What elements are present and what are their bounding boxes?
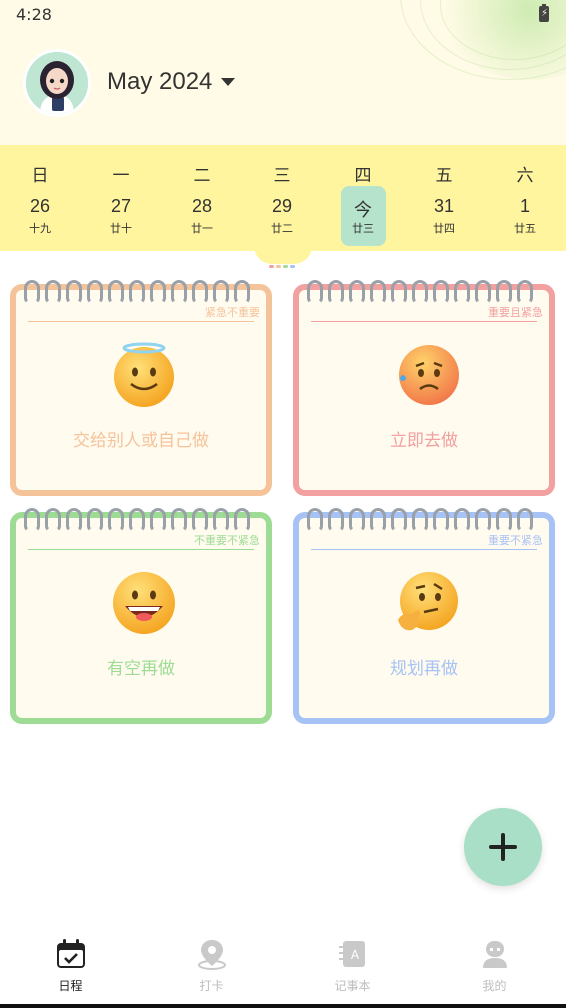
day-column[interactable]: 日 26 十九 [0, 145, 80, 251]
system-nav-bar [0, 1004, 566, 1008]
quadrant-card-do-now[interactable]: 重要且紧急 立即去做 [293, 280, 555, 496]
quadrant-card-later[interactable]: 不重要不紧急 有空再做 [10, 508, 272, 724]
day-column[interactable]: 二 28 廿一 [162, 145, 242, 251]
divider [28, 321, 254, 322]
avatar-portrait-icon [26, 52, 88, 114]
day-number: 29 [271, 196, 293, 216]
quadrant-tag: 重要且紧急 [488, 306, 543, 319]
day-column[interactable]: 三 29 廿二 [242, 145, 322, 251]
anxious-sweat-emoji [394, 342, 460, 408]
lunar-date: 廿四 [433, 222, 455, 235]
tab-profile[interactable]: 我的 [424, 928, 565, 1008]
avatar[interactable] [23, 49, 91, 117]
tab-label: 我的 [482, 979, 507, 993]
lunar-date: 廿一 [191, 222, 213, 235]
weekday-label: 一 [112, 166, 130, 186]
day-number: 26 [29, 196, 51, 216]
day-number: 28 [191, 196, 213, 216]
quadrant-caption: 立即去做 [390, 431, 458, 451]
lunar-date: 十九 [29, 222, 51, 235]
quadrant-card-delegate[interactable]: 紧急不重要 交给别人或自己做 [10, 280, 272, 496]
quadrant-tag: 紧急不重要 [205, 306, 260, 319]
weekday-label: 日 [31, 166, 49, 186]
location-pin-icon [198, 940, 226, 970]
halo-smile-emoji [111, 342, 177, 408]
spiral-binding [24, 508, 255, 534]
divider [28, 549, 254, 550]
tab-notebook[interactable]: A 记事本 [282, 928, 423, 1008]
weekday-label: 六 [516, 166, 534, 186]
svg-text:A: A [351, 948, 360, 962]
thinking-emoji [394, 570, 460, 636]
lunar-date: 廿二 [271, 222, 293, 235]
day-column-today[interactable]: 四 今 廿三 [323, 145, 403, 251]
month-selector[interactable]: May 2024 [107, 68, 212, 96]
weekday-label: 五 [435, 166, 453, 186]
day-number: 1 [519, 196, 530, 216]
divider [311, 549, 537, 550]
caret-down-icon[interactable] [221, 78, 235, 86]
quadrant-tag: 不重要不紧急 [194, 534, 260, 547]
lunar-date: 廿五 [514, 222, 536, 235]
quadrant-caption: 有空再做 [107, 659, 175, 679]
notebook-icon: A [339, 941, 365, 967]
spiral-binding [307, 280, 538, 306]
day-number: 31 [433, 196, 455, 216]
battery-icon: ⚡ [539, 4, 549, 22]
day-number: 今 [354, 200, 372, 220]
quadrant-card-plan[interactable]: 重要不紧急 规划再做 [293, 508, 555, 724]
day-column[interactable]: 五 31 廿四 [404, 145, 484, 251]
plus-icon-stroke [501, 833, 505, 861]
quadrant-caption: 规划再做 [390, 659, 458, 679]
grin-emoji [111, 570, 177, 636]
profile-icon [483, 941, 507, 968]
calendar-check-icon [57, 939, 85, 968]
tab-checkin[interactable]: 打卡 [141, 928, 282, 1008]
weekday-label: 二 [193, 166, 211, 186]
spiral-binding [24, 280, 255, 306]
quadrant-caption: 交给别人或自己做 [73, 431, 209, 451]
divider [311, 321, 537, 322]
calendar-expand-handle[interactable] [254, 246, 312, 268]
tab-label: 打卡 [199, 979, 224, 993]
quadrant-tag: 重要不紧急 [488, 534, 543, 547]
weekday-label: 四 [354, 166, 372, 186]
day-number: 27 [110, 196, 132, 216]
weekday-label: 三 [273, 166, 291, 186]
day-column[interactable]: 一 27 廿十 [81, 145, 161, 251]
tab-schedule[interactable]: 日程 [0, 928, 141, 1008]
tab-label: 记事本 [334, 979, 371, 993]
lunar-date: 廿十 [110, 222, 132, 235]
status-bar-time: 4:28 [16, 5, 52, 24]
lunar-date: 廿三 [352, 222, 374, 235]
spiral-binding [307, 508, 538, 534]
week-strip: 日 26 十九 一 27 廿十 二 28 廿一 三 29 廿二 四 今 廿三 五… [0, 145, 566, 251]
bottom-tab-bar: 日程 打卡 A 记事本 我的 [0, 928, 566, 1008]
add-task-button[interactable] [464, 808, 542, 886]
day-column[interactable]: 六 1 廿五 [485, 145, 565, 251]
tab-label: 日程 [58, 979, 83, 993]
